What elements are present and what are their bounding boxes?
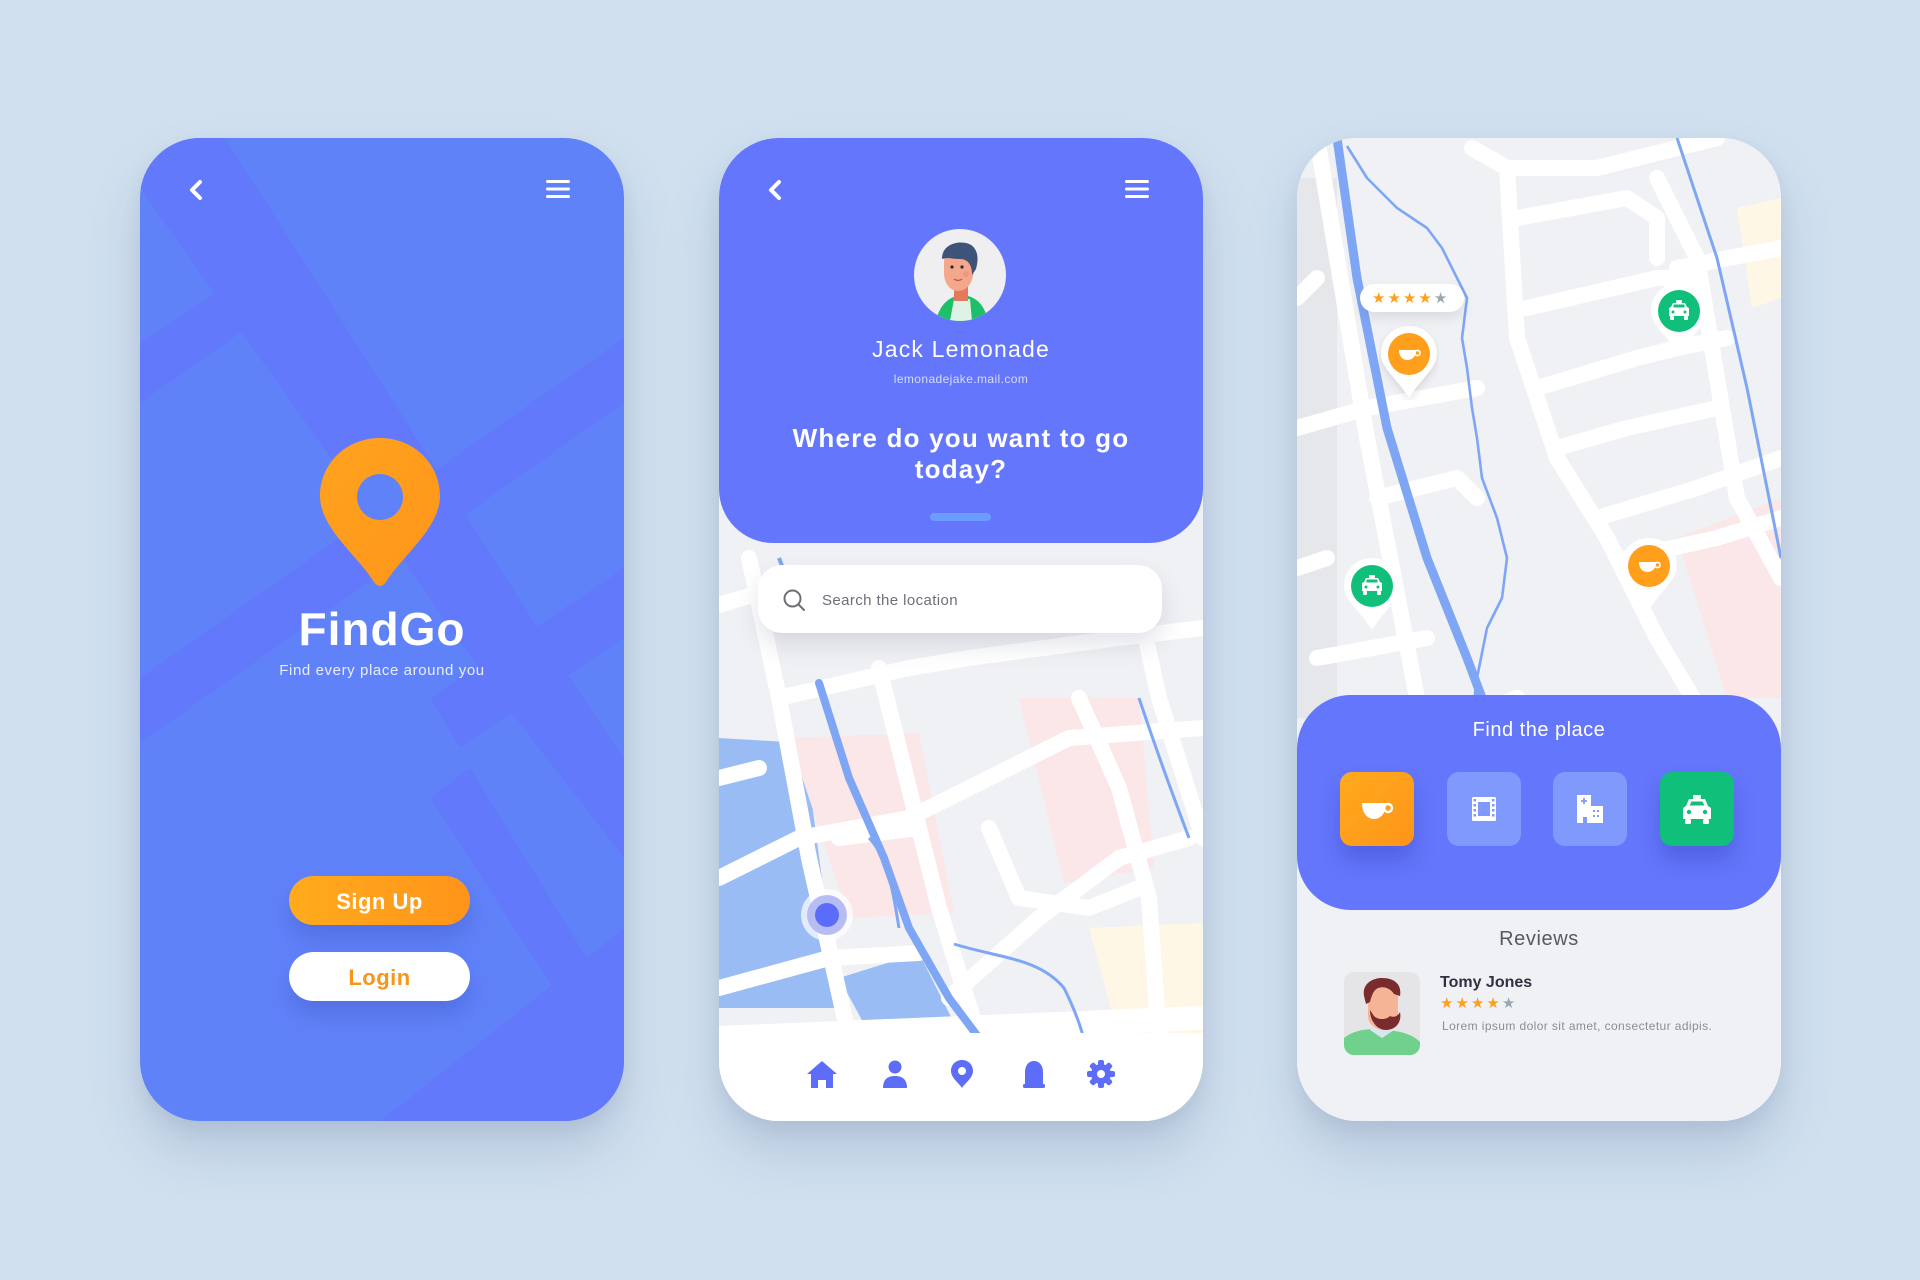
card-title: Find the place xyxy=(1472,719,1606,741)
category-hospital-button[interactable] xyxy=(1553,772,1627,846)
chevron-left-icon xyxy=(190,180,202,200)
bearded-man-avatar-illustration xyxy=(1344,978,1420,1055)
map-pin-taxi[interactable] xyxy=(1342,556,1402,632)
coffee-cup-icon xyxy=(1362,802,1394,819)
gear-icon[interactable] xyxy=(1084,1057,1118,1091)
hamburger-menu-icon xyxy=(1125,180,1149,198)
man-avatar-illustration xyxy=(936,242,988,321)
drag-handle[interactable] xyxy=(930,513,991,521)
bell-icon[interactable] xyxy=(1017,1057,1051,1091)
star-filled-icon: ★ xyxy=(1440,995,1454,1012)
film-icon xyxy=(1472,797,1496,821)
places-screen: ★ ★ ★ ★ ★ Find the place Reviews Tomy Jo… xyxy=(1297,138,1781,1121)
back-button[interactable] xyxy=(765,178,801,202)
star-filled-icon: ★ xyxy=(1470,995,1485,1012)
welcome-screen: FindGo Find every place around you Sign … xyxy=(140,138,624,1121)
star-empty-icon: ★ xyxy=(1433,290,1448,307)
star-filled-icon: ★ xyxy=(1418,290,1432,307)
user-icon[interactable] xyxy=(878,1057,912,1091)
star-filled-icon: ★ xyxy=(1486,995,1500,1012)
star-filled-icon: ★ xyxy=(1387,290,1401,307)
find-place-card: Find the place xyxy=(1297,695,1781,910)
bottom-navigation xyxy=(719,1033,1203,1121)
rating-stars: ★ ★ ★ ★ ★ xyxy=(1372,291,1447,306)
category-cafe-button[interactable] xyxy=(1340,772,1414,846)
review-text: Lorem ipsum dolor sit amet, consectetur … xyxy=(1442,1019,1713,1033)
chevron-left-icon xyxy=(769,180,781,200)
location-pin-icon[interactable] xyxy=(945,1057,979,1091)
category-cinema-button[interactable] xyxy=(1447,772,1521,846)
hospital-building-icon xyxy=(1577,795,1603,823)
map-pin-cafe[interactable] xyxy=(1619,536,1679,612)
reviewer-name: Tomy Jones xyxy=(1440,974,1533,991)
star-filled-icon: ★ xyxy=(1455,995,1469,1012)
search-screen: Jack Lemonade lemonadejake.mail.com Wher… xyxy=(719,138,1203,1121)
profile-header: Jack Lemonade lemonadejake.mail.com Wher… xyxy=(719,138,1203,543)
search-icon xyxy=(783,589,805,611)
search-bar[interactable] xyxy=(758,565,1162,635)
back-button[interactable] xyxy=(186,178,222,202)
app-brand-title: FindGo xyxy=(298,603,466,655)
reviews-heading: Reviews xyxy=(1499,928,1579,950)
map-pin-cafe[interactable] xyxy=(1379,324,1439,400)
taxi-icon xyxy=(1683,795,1711,824)
category-taxi-button[interactable] xyxy=(1660,772,1734,846)
reviewer-avatar xyxy=(1344,972,1420,1055)
current-location-marker[interactable] xyxy=(800,888,854,942)
user-name: Jack Lemonade xyxy=(872,336,1050,362)
user-avatar[interactable] xyxy=(914,229,1006,321)
menu-button[interactable] xyxy=(545,178,581,202)
star-filled-icon: ★ xyxy=(1372,290,1386,307)
app-tagline: Find every place around you xyxy=(279,662,485,679)
user-email: lemonadejake.mail.com xyxy=(893,372,1029,386)
review-rating-stars: ★ ★ ★ ★ ★ xyxy=(1440,996,1515,1011)
menu-button[interactable] xyxy=(1124,178,1160,202)
login-button[interactable]: Login xyxy=(289,952,470,1001)
star-filled-icon: ★ xyxy=(1402,290,1417,307)
sign-up-button[interactable]: Sign Up xyxy=(289,876,470,925)
home-icon[interactable] xyxy=(805,1057,839,1091)
map-pin-icon xyxy=(320,438,440,586)
headline: Where do you want to go today? xyxy=(792,423,1130,484)
place-rating-badge: ★ ★ ★ ★ ★ xyxy=(1360,284,1464,312)
star-empty-icon: ★ xyxy=(1501,995,1516,1012)
hamburger-menu-icon xyxy=(546,180,570,198)
search-input[interactable] xyxy=(820,565,1144,635)
map-pin-taxi[interactable] xyxy=(1649,281,1709,357)
